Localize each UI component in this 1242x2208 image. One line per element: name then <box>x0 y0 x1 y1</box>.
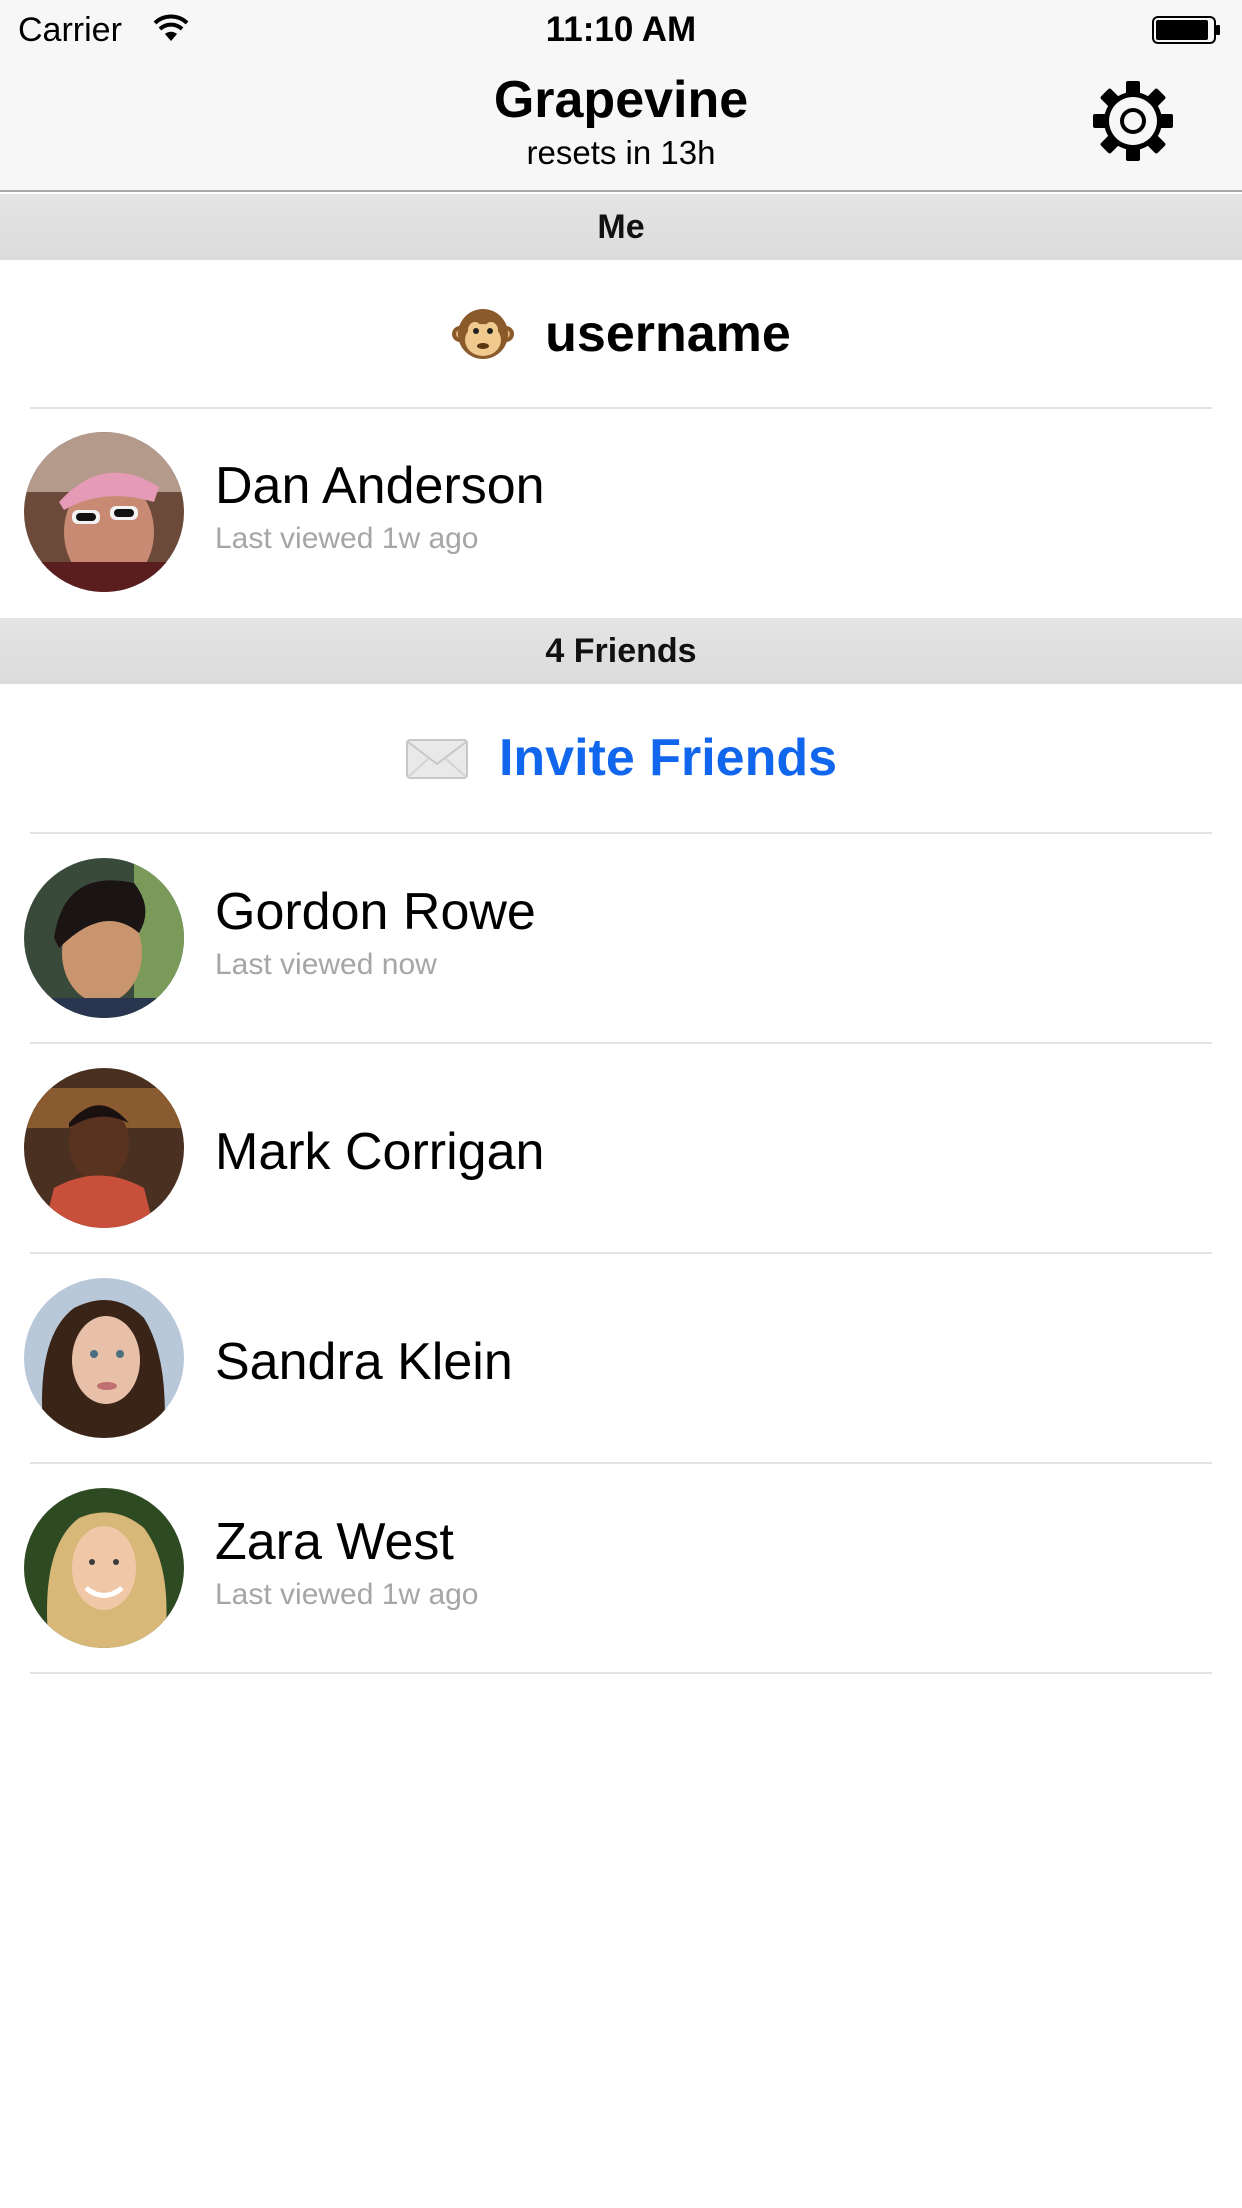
monkey-face-icon <box>452 309 515 359</box>
friend-row[interactable]: Sandra Klein <box>0 1254 1242 1462</box>
person-name: Dan Anderson <box>215 457 545 515</box>
avatar <box>24 432 184 592</box>
avatar <box>24 858 184 1018</box>
section-header-me: Me <box>0 194 1242 260</box>
last-viewed: Last viewed 1w ago <box>215 1578 479 1611</box>
username-label: username <box>545 305 791 363</box>
friend-row[interactable]: Zara West Last viewed 1w ago <box>0 1464 1242 1672</box>
avatar <box>24 1068 184 1228</box>
envelope-icon <box>405 739 468 779</box>
battery-icon <box>1152 16 1220 44</box>
nav-subtitle: resets in 13h <box>526 134 716 171</box>
username-row[interactable]: username <box>0 260 1242 408</box>
avatar <box>24 1278 184 1438</box>
person-name: Mark Corrigan <box>215 1123 545 1181</box>
friend-row[interactable]: Mark Corrigan <box>0 1044 1242 1252</box>
section-header-friends: 4 Friends <box>0 618 1242 684</box>
invite-friends-label: Invite Friends <box>498 729 838 787</box>
person-name: Gordon Rowe <box>215 883 536 941</box>
last-viewed: Last viewed now <box>215 948 437 981</box>
settings-button[interactable] <box>1090 78 1176 164</box>
separator <box>30 1672 1212 1674</box>
nav-title: Grapevine <box>493 71 749 129</box>
person-name: Sandra Klein <box>215 1333 513 1391</box>
nav-bar: Grapevine resets in 13h <box>0 60 1242 192</box>
last-viewed: Last viewed 1w ago <box>215 522 479 555</box>
screen: Carrier 11:10 AM Grapevine resets in 13h <box>0 0 1242 2208</box>
person-name: Zara West <box>215 1513 454 1571</box>
friend-row[interactable]: Gordon Rowe Last viewed now <box>0 834 1242 1042</box>
invite-friends-button[interactable]: Invite Friends <box>0 684 1242 832</box>
avatar <box>24 1488 184 1648</box>
status-time: 11:10 AM <box>545 10 697 49</box>
gear-icon <box>1093 81 1173 161</box>
profile-row-me[interactable]: Dan Anderson Last viewed 1w ago <box>0 408 1242 616</box>
status-bar: Carrier 11:10 AM <box>0 0 1242 60</box>
